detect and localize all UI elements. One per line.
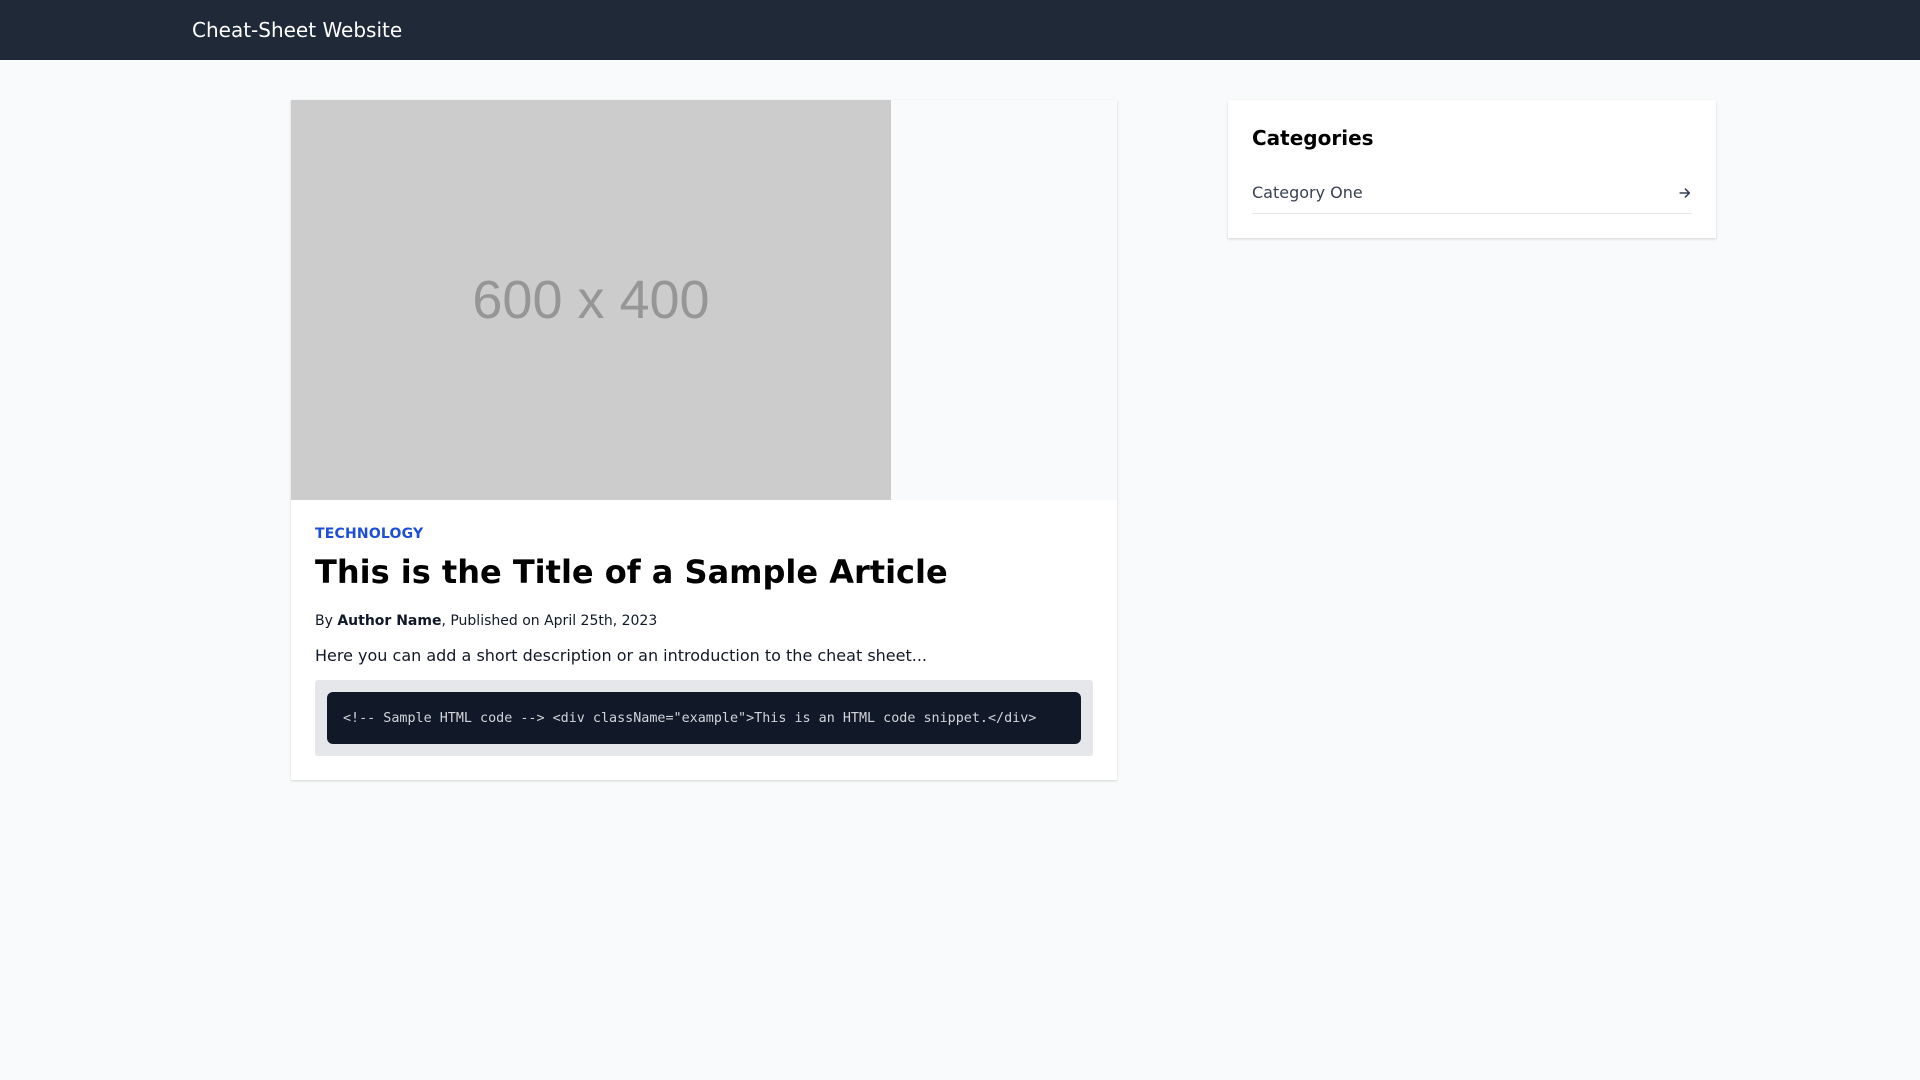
top-navigation-bar: Cheat-Sheet Website: [0, 0, 1920, 60]
article-title: This is the Title of a Sample Article: [315, 553, 948, 591]
article-card: 600 x 400 TECHNOLOGY This is the Title o…: [291, 100, 1117, 780]
code-snippet: <!-- Sample HTML code --> <div className…: [327, 692, 1081, 744]
author-name: Author Name: [337, 613, 442, 629]
categories-sidebar: Categories Category One: [1228, 100, 1716, 238]
sidebar-item-label: Category One: [1252, 182, 1363, 202]
article-description: Here you can add a short description or …: [315, 646, 928, 665]
sidebar-item-category-one[interactable]: Category One: [1252, 178, 1692, 214]
article-byline: By Author Name, Published on April 25th,…: [315, 611, 657, 631]
arrow-right-icon: [1679, 187, 1691, 198]
code-snippet-container: <!-- Sample HTML code --> <div className…: [315, 680, 1093, 756]
byline-prefix: By: [315, 613, 338, 629]
code-snippet-text: <!-- Sample HTML code --> <div className…: [343, 710, 1037, 726]
image-placeholder-label: 600 x 400: [472, 270, 710, 330]
published-date: , Published on April 25th, 2023: [441, 613, 658, 629]
sidebar-title: Categories: [1252, 126, 1374, 150]
site-brand-link[interactable]: Cheat-Sheet Website: [192, 17, 402, 43]
article-hero: 600 x 400: [291, 100, 1117, 500]
article-image-placeholder: 600 x 400: [291, 100, 891, 500]
article-category-link[interactable]: TECHNOLOGY: [315, 525, 423, 543]
